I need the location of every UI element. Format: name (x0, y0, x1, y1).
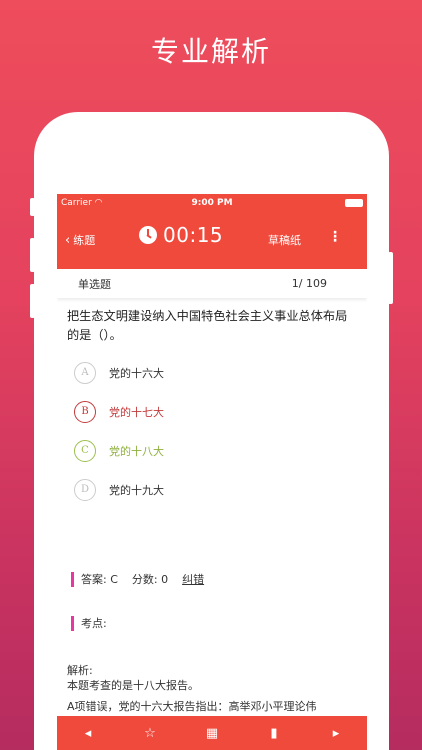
option-letter: A (74, 361, 96, 384)
star-icon[interactable]: ☆ (130, 726, 170, 741)
option-text: 党的十九大 (109, 483, 164, 497)
option-text: 党的十八大 (109, 444, 164, 458)
back-button[interactable]: ‹ 练题 (65, 232, 95, 248)
question-type: 单选题 (78, 277, 111, 291)
option-text: 党的十六大 (109, 366, 164, 380)
section-marker (71, 571, 74, 587)
question-text: 把生态文明建设纳入中国特色社会主义事业总体布局的是（）。 (67, 309, 348, 342)
bottom-toolbar: ◂ ☆ ▦ ▮ ▸ (57, 716, 367, 750)
analysis-line: A项错误，党的十六大报告指出：高举邓小平理论伟 (67, 700, 317, 713)
option-letter: D (74, 478, 96, 501)
knowledge-point-label: 考点: (81, 617, 107, 630)
report-error-link[interactable]: 纠错 (182, 571, 204, 587)
bookmark-icon[interactable]: ▮ (254, 726, 294, 741)
timer: 00:15 (139, 223, 223, 247)
analysis-label: 解析: (67, 664, 93, 677)
question-card: 把生态文明建设纳入中国特色社会主义事业总体布局的是（）。 A 党的十六大 B 党… (57, 298, 367, 714)
scratch-paper-button[interactable]: 草稿纸 (268, 232, 301, 248)
prev-icon[interactable]: ◂ (68, 726, 108, 741)
grid-icon[interactable]: ▦ (192, 726, 232, 741)
timer-text: 00:15 (163, 223, 224, 247)
back-label: 练题 (73, 234, 96, 247)
phone-side-button (30, 238, 35, 272)
promo-title: 专业解析 (150, 35, 271, 68)
analysis-line: 本题考查的是十八大报告。 (67, 679, 199, 692)
more-icon[interactable]: ⋮ (328, 229, 342, 245)
section-marker (71, 615, 74, 631)
nav-bar: ‹ 练题 00:15 草稿纸 ⋮ (57, 211, 367, 269)
knowledge-point-row: 考点: (71, 615, 357, 631)
question-progress: 1/ 109 (291, 277, 327, 290)
option-d[interactable]: D 党的十九大 (67, 470, 357, 509)
score-label: 分数: 0 (131, 573, 169, 586)
clock-icon (139, 226, 157, 244)
status-time: 9:00 PM (191, 197, 233, 208)
phone-side-button (30, 284, 35, 318)
analysis-section: 解析: 本题考查的是十八大报告。 A项错误，党的十六大报告指出：高举邓小平理论伟 (67, 663, 357, 714)
option-letter: B (74, 400, 96, 423)
question-header: 单选题 1/ 109 (57, 269, 367, 298)
phone-side-button (388, 252, 393, 304)
phone-side-button (30, 198, 35, 216)
option-a[interactable]: A 党的十六大 (67, 353, 357, 392)
option-text: 党的十七大 (109, 405, 164, 419)
option-c[interactable]: C 党的十八大 (67, 431, 357, 470)
option-letter: C (74, 439, 96, 462)
chevron-left-icon: ‹ (65, 232, 71, 248)
answer-label: 答案: C (81, 573, 118, 586)
option-b[interactable]: B 党的十七大 (67, 392, 357, 431)
next-icon[interactable]: ▸ (316, 726, 356, 741)
answer-row: 答案: C 分数: 0 纠错 (71, 571, 357, 587)
app-screen: Carrier ◠ 9:00 PM ‹ 练题 00:15 草稿纸 ⋮ 单选题 1… (57, 194, 367, 750)
status-bar: Carrier ◠ 9:00 PM (57, 194, 367, 211)
